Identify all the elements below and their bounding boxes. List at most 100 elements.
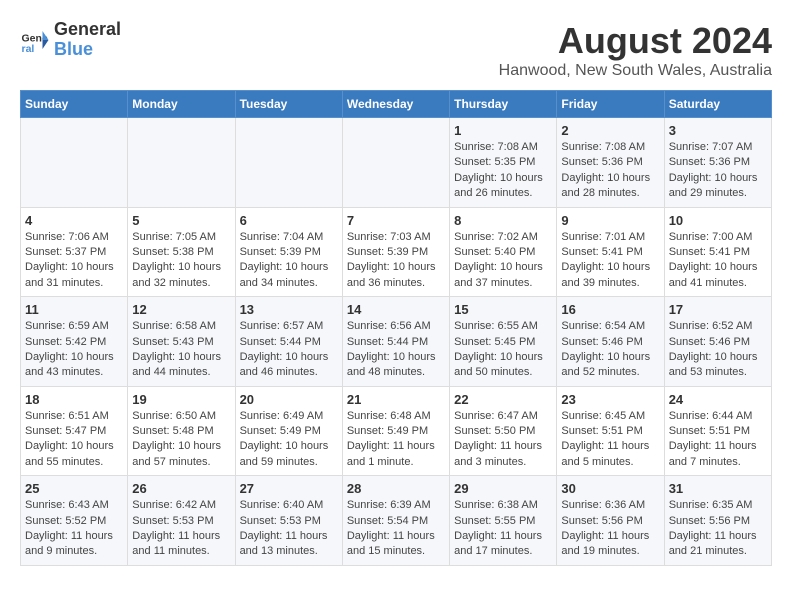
day-number: 17 — [669, 302, 767, 317]
calendar-table: SundayMondayTuesdayWednesdayThursdayFrid… — [20, 90, 772, 566]
day-info: Sunrise: 7:08 AM Sunset: 5:36 PM Dayligh… — [561, 140, 659, 202]
col-header-wednesday: Wednesday — [342, 91, 449, 118]
day-number: 16 — [561, 302, 659, 317]
calendar-cell: 23 Sunrise: 6:45 AM Sunset: 5:51 PM Dayli… — [557, 386, 664, 476]
day-number: 9 — [561, 213, 659, 228]
day-number: 19 — [132, 392, 230, 407]
day-number: 15 — [454, 302, 552, 317]
week-row-4: 18 Sunrise: 6:51 AM Sunset: 5:47 PM Dayli… — [21, 386, 772, 476]
calendar-cell: 13Sunrise: 6:57 AM Sunset: 5:44 PM Dayli… — [235, 297, 342, 387]
calendar-cell: 14 Sunrise: 6:56 AM Sunset: 5:44 PM Dayli… — [342, 297, 449, 387]
day-info: Sunrise: 6:49 AM Sunset: 5:49 PM Dayligh… — [240, 409, 338, 471]
day-number: 10 — [669, 213, 767, 228]
day-info: Sunrise: 6:45 AM Sunset: 5:51 PM Dayligh… — [561, 409, 659, 471]
day-info: Sunrise: 6:59 AM Sunset: 5:42 PM Dayligh… — [25, 319, 123, 381]
calendar-cell: 4Sunrise: 7:06 AM Sunset: 5:37 PM Daylig… — [21, 207, 128, 297]
day-info: Sunrise: 7:07 AM Sunset: 5:36 PM Dayligh… — [669, 140, 767, 202]
calendar-cell: 27Sunrise: 6:40 AM Sunset: 5:53 PM Dayli… — [235, 476, 342, 566]
day-number: 1 — [454, 123, 552, 138]
day-number: 27 — [240, 481, 338, 496]
day-info: Sunrise: 6:35 AM Sunset: 5:56 PM Dayligh… — [669, 498, 767, 560]
title-area: August 2024 Hanwood, New South Wales, Au… — [499, 20, 772, 80]
day-number: 24 — [669, 392, 767, 407]
logo-icon: Gene ral — [20, 25, 50, 55]
day-number: 2 — [561, 123, 659, 138]
header-row: SundayMondayTuesdayWednesdayThursdayFrid… — [21, 91, 772, 118]
main-title: August 2024 — [499, 20, 772, 62]
day-number: 25 — [25, 481, 123, 496]
day-info: Sunrise: 6:36 AM Sunset: 5:56 PM Dayligh… — [561, 498, 659, 560]
calendar-cell: 12 Sunrise: 6:58 AM Sunset: 5:43 PM Dayli… — [128, 297, 235, 387]
calendar-cell: 31Sunrise: 6:35 AM Sunset: 5:56 PM Dayli… — [664, 476, 771, 566]
day-number: 22 — [454, 392, 552, 407]
calendar-cell: 16 Sunrise: 6:54 AM Sunset: 5:46 PM Dayli… — [557, 297, 664, 387]
day-number: 11 — [25, 302, 123, 317]
day-info: Sunrise: 7:00 AM Sunset: 5:41 PM Dayligh… — [669, 230, 767, 292]
day-number: 8 — [454, 213, 552, 228]
calendar-cell: 24Sunrise: 6:44 AM Sunset: 5:51 PM Dayli… — [664, 386, 771, 476]
calendar-cell: 6 Sunrise: 7:04 AM Sunset: 5:39 PM Daylig… — [235, 207, 342, 297]
day-number: 6 — [240, 213, 338, 228]
calendar-cell: 22 Sunrise: 6:47 AM Sunset: 5:50 PM Dayli… — [450, 386, 557, 476]
week-row-5: 25 Sunrise: 6:43 AM Sunset: 5:52 PM Dayli… — [21, 476, 772, 566]
calendar-cell: 8 Sunrise: 7:02 AM Sunset: 5:40 PM Daylig… — [450, 207, 557, 297]
day-info: Sunrise: 6:43 AM Sunset: 5:52 PM Dayligh… — [25, 498, 123, 560]
day-info: Sunrise: 7:04 AM Sunset: 5:39 PM Dayligh… — [240, 230, 338, 292]
day-info: Sunrise: 6:58 AM Sunset: 5:43 PM Dayligh… — [132, 319, 230, 381]
calendar-cell — [21, 118, 128, 208]
day-number: 7 — [347, 213, 445, 228]
day-number: 3 — [669, 123, 767, 138]
calendar-cell: 20Sunrise: 6:49 AM Sunset: 5:49 PM Dayli… — [235, 386, 342, 476]
day-info: Sunrise: 7:05 AM Sunset: 5:38 PM Dayligh… — [132, 230, 230, 292]
calendar-cell: 29 Sunrise: 6:38 AM Sunset: 5:55 PM Dayli… — [450, 476, 557, 566]
day-info: Sunrise: 7:02 AM Sunset: 5:40 PM Dayligh… — [454, 230, 552, 292]
day-info: Sunrise: 6:47 AM Sunset: 5:50 PM Dayligh… — [454, 409, 552, 471]
day-info: Sunrise: 7:08 AM Sunset: 5:35 PM Dayligh… — [454, 140, 552, 202]
day-number: 26 — [132, 481, 230, 496]
calendar-cell: 5 Sunrise: 7:05 AM Sunset: 5:38 PM Daylig… — [128, 207, 235, 297]
day-info: Sunrise: 6:38 AM Sunset: 5:55 PM Dayligh… — [454, 498, 552, 560]
col-header-friday: Friday — [557, 91, 664, 118]
calendar-cell: 1 Sunrise: 7:08 AM Sunset: 5:35 PM Daylig… — [450, 118, 557, 208]
calendar-cell: 25 Sunrise: 6:43 AM Sunset: 5:52 PM Dayli… — [21, 476, 128, 566]
col-header-sunday: Sunday — [21, 91, 128, 118]
day-info: Sunrise: 6:56 AM Sunset: 5:44 PM Dayligh… — [347, 319, 445, 381]
day-number: 18 — [25, 392, 123, 407]
calendar-cell: 2 Sunrise: 7:08 AM Sunset: 5:36 PM Daylig… — [557, 118, 664, 208]
calendar-cell: 30Sunrise: 6:36 AM Sunset: 5:56 PM Dayli… — [557, 476, 664, 566]
calendar-cell: 15 Sunrise: 6:55 AM Sunset: 5:45 PM Dayli… — [450, 297, 557, 387]
calendar-cell — [235, 118, 342, 208]
day-info: Sunrise: 6:52 AM Sunset: 5:46 PM Dayligh… — [669, 319, 767, 381]
week-row-1: 1 Sunrise: 7:08 AM Sunset: 5:35 PM Daylig… — [21, 118, 772, 208]
day-info: Sunrise: 7:01 AM Sunset: 5:41 PM Dayligh… — [561, 230, 659, 292]
day-number: 23 — [561, 392, 659, 407]
week-row-3: 11 Sunrise: 6:59 AM Sunset: 5:42 PM Dayli… — [21, 297, 772, 387]
day-info: Sunrise: 7:06 AM Sunset: 5:37 PM Dayligh… — [25, 230, 123, 292]
day-info: Sunrise: 6:54 AM Sunset: 5:46 PM Dayligh… — [561, 319, 659, 381]
day-number: 14 — [347, 302, 445, 317]
calendar-cell: 9 Sunrise: 7:01 AM Sunset: 5:41 PM Daylig… — [557, 207, 664, 297]
day-info: Sunrise: 6:42 AM Sunset: 5:53 PM Dayligh… — [132, 498, 230, 560]
day-number: 13 — [240, 302, 338, 317]
calendar-cell: 28Sunrise: 6:39 AM Sunset: 5:54 PM Dayli… — [342, 476, 449, 566]
logo-text-line1: General — [54, 20, 121, 40]
day-number: 12 — [132, 302, 230, 317]
week-row-2: 4Sunrise: 7:06 AM Sunset: 5:37 PM Daylig… — [21, 207, 772, 297]
calendar-cell: 7 Sunrise: 7:03 AM Sunset: 5:39 PM Daylig… — [342, 207, 449, 297]
day-info: Sunrise: 7:03 AM Sunset: 5:39 PM Dayligh… — [347, 230, 445, 292]
header: Gene ral General Blue August 2024 Hanwoo… — [20, 20, 772, 80]
day-info: Sunrise: 6:51 AM Sunset: 5:47 PM Dayligh… — [25, 409, 123, 471]
col-header-tuesday: Tuesday — [235, 91, 342, 118]
day-number: 5 — [132, 213, 230, 228]
calendar-cell: 26 Sunrise: 6:42 AM Sunset: 5:53 PM Dayli… — [128, 476, 235, 566]
day-info: Sunrise: 6:39 AM Sunset: 5:54 PM Dayligh… — [347, 498, 445, 560]
logo: Gene ral General Blue — [20, 20, 121, 60]
day-number: 21 — [347, 392, 445, 407]
calendar-cell: 11 Sunrise: 6:59 AM Sunset: 5:42 PM Dayli… — [21, 297, 128, 387]
subtitle: Hanwood, New South Wales, Australia — [499, 62, 772, 80]
day-number: 29 — [454, 481, 552, 496]
day-info: Sunrise: 6:55 AM Sunset: 5:45 PM Dayligh… — [454, 319, 552, 381]
svg-text:ral: ral — [22, 43, 35, 55]
logo-text-line2: Blue — [54, 40, 121, 60]
col-header-saturday: Saturday — [664, 91, 771, 118]
